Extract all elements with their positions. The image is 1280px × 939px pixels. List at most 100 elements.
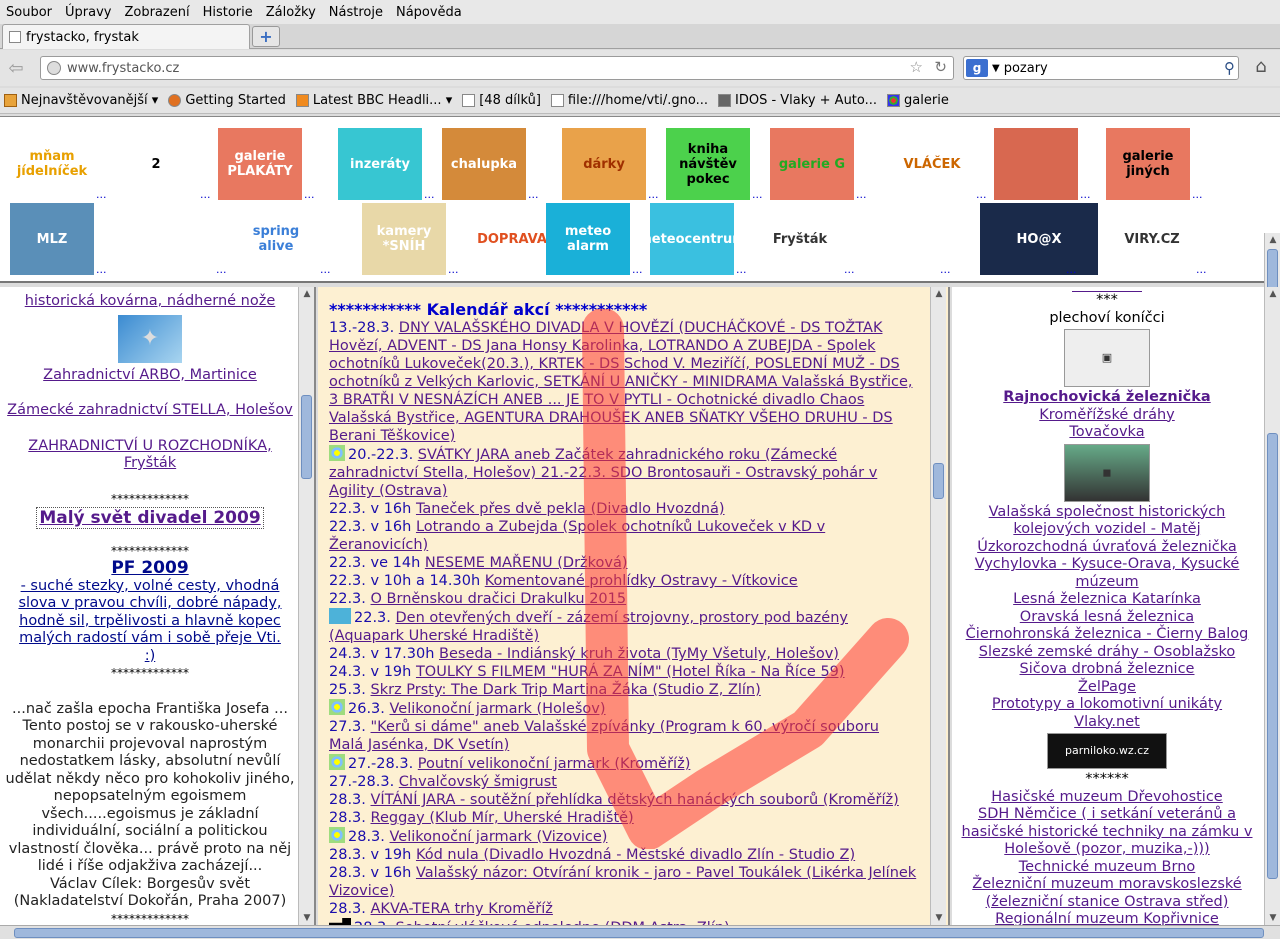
thumb-link[interactable]: meteocentrum — [650, 203, 734, 275]
url-bar[interactable]: www.frystacko.cz ☆ ↻ — [40, 56, 954, 80]
railway-link[interactable]: Čiernohronská železnica - Čierny Balog — [966, 626, 1249, 642]
dots-link[interactable]: ... — [1066, 263, 1077, 276]
thumb-link[interactable]: VLÁČEK — [890, 128, 974, 200]
thumb-link[interactable]: inzeráty — [338, 128, 422, 200]
link-stella[interactable]: Zámecké zahradnictví STELLA, Holešov — [7, 402, 293, 418]
menu-item-2[interactable]: Zobrazení — [124, 5, 189, 20]
scroll-up-icon[interactable]: ▲ — [299, 287, 314, 301]
dots-link[interactable]: ... — [1196, 263, 1207, 276]
dots-link[interactable]: ... — [304, 188, 315, 201]
dots-link[interactable]: ... — [940, 263, 951, 276]
bookmark-item[interactable]: file:///home/vti/.gno... — [550, 93, 708, 108]
steam-loco-image[interactable]: ◼ — [1064, 443, 1150, 502]
event-link[interactable]: Komentované prohlídky Ostravy - Vítkovic… — [485, 573, 798, 589]
pf-title[interactable]: PF 2009 — [4, 559, 296, 578]
event-link[interactable]: Beseda - Indiánský kruh života (TyMy Vše… — [439, 646, 839, 662]
event-link[interactable]: DNY VALAŠSKÉHO DIVADLA V HOVĚZÍ (DUCHÁČK… — [329, 320, 913, 444]
event-link[interactable]: NESEME MAŘENU (Držková) — [425, 555, 628, 571]
menu-item-6[interactable]: Nápověda — [396, 5, 462, 20]
dots-link[interactable]: ... — [976, 188, 987, 201]
thumb-link[interactable]: kniha návštěv pokec — [666, 128, 750, 200]
dots-link[interactable]: ... — [856, 188, 867, 201]
dots-link[interactable]: ... — [736, 263, 747, 276]
railway-link[interactable]: ŽelPage — [1078, 679, 1136, 695]
event-link[interactable]: Taneček přes dvě pekla (Divadlo Hvozdná) — [416, 501, 725, 517]
thumb-link[interactable]: DOPRAVA — [470, 203, 554, 275]
chevron-down-icon[interactable]: ▼ — [992, 63, 1000, 74]
dots-link[interactable]: ... — [632, 263, 643, 276]
event-link[interactable]: VÍTÁNÍ JARA - soutěžní přehlídka dětskýc… — [371, 792, 899, 808]
museum-link[interactable]: Hasičské muzeum Dřevohostice — [991, 789, 1222, 805]
railway-link[interactable]: Úzkorozchodná úvraťová železnička Vychyl… — [975, 539, 1240, 590]
menu-item-4[interactable]: Záložky — [266, 5, 316, 20]
event-link[interactable]: Velikonoční jarmark (Vizovice) — [390, 829, 608, 845]
bookmark-item[interactable]: Nejnavštěvovanější ▾ — [4, 93, 158, 108]
railway-link[interactable]: Slezské zemské dráhy - Osoblažsko — [979, 644, 1236, 660]
loco-logo-image[interactable]: ▣ — [1064, 329, 1150, 387]
knives-image[interactable]: ✦ — [118, 314, 182, 363]
scrollbar-thumb[interactable] — [301, 395, 312, 479]
dots-link[interactable]: ... — [320, 263, 331, 276]
scroll-up-icon[interactable]: ▲ — [931, 287, 947, 301]
menu-item-0[interactable]: Soubor — [6, 5, 52, 20]
thumb-link[interactable]: galerie PLAKÁTY — [218, 128, 302, 200]
dots-link[interactable]: ... — [424, 188, 435, 201]
thumb-link[interactable]: galerie G — [770, 128, 854, 200]
dots-link[interactable]: ... — [448, 263, 459, 276]
bookmark-item[interactable]: Getting Started — [168, 93, 286, 108]
bookmark-item[interactable]: galerie — [887, 93, 949, 108]
link-maly-svet[interactable]: Malý svět divadel 2009 — [36, 507, 264, 529]
railway-link[interactable]: Sičova drobná železnice — [1020, 661, 1195, 677]
thumb-link[interactable]: HO@X — [980, 203, 1098, 275]
bookmark-star-icon[interactable]: ☆ — [910, 58, 923, 76]
thumb-link[interactable]: 2 — [114, 128, 198, 200]
railway-link[interactable]: Valašská společnost historických kolejov… — [989, 504, 1226, 538]
bookmark-item[interactable]: Latest BBC Headli... ▾ — [295, 93, 452, 108]
event-link[interactable]: Velikonoční jarmark (Holešov) — [390, 701, 606, 717]
dots-link[interactable]: ... — [1080, 188, 1091, 201]
thumb-link[interactable]: chalupka — [442, 128, 526, 200]
pf-smile[interactable]: :) — [4, 648, 296, 666]
scroll-down-icon[interactable]: ▼ — [1265, 911, 1280, 925]
museum-link[interactable]: Technické muzeum Brno — [1019, 859, 1196, 875]
event-link[interactable]: Reggay (Klub Mír, Uherské Hradiště) — [371, 810, 634, 826]
link-kovarna[interactable]: historická kovárna, nádherné nože — [25, 293, 276, 309]
thumb-link[interactable]: MLZ — [10, 203, 94, 275]
railway-link[interactable]: Rajnochovická železnička — [1003, 389, 1210, 405]
event-link[interactable]: Chvalčovský šmigrust — [399, 774, 557, 790]
bookmark-item[interactable]: IDOS - Vlaky + Auto... — [718, 93, 877, 108]
link-arbo[interactable]: Zahradnictví ARBO, Martinice — [43, 367, 257, 383]
thumb-link[interactable]: Fryšták — [758, 203, 842, 275]
reload-icon[interactable]: ↻ — [934, 58, 947, 76]
scroll-up-icon[interactable]: ▲ — [1265, 287, 1280, 301]
pf-text[interactable]: - suché stezky, volné cesty, vhodná slov… — [4, 578, 296, 648]
railway-link[interactable]: Prototypy a lokomotivní unikáty — [992, 696, 1222, 712]
scroll-down-icon[interactable]: ▼ — [299, 911, 314, 925]
event-link[interactable]: TOULKY S FILMEM "HURÁ ZA NÍM" (Hotel Řík… — [416, 664, 845, 680]
thumb-link[interactable]: galerie jiných — [1106, 128, 1190, 200]
museum-link[interactable]: Železniční muzeum moravskoslezské (želez… — [972, 876, 1241, 910]
dots-link[interactable]: ... — [648, 188, 659, 201]
left-frame-scrollbar[interactable]: ▲ ▼ — [298, 287, 314, 925]
parniloko-badge[interactable]: parniloko.wz.cz — [1047, 733, 1167, 769]
middle-frame-scrollbar[interactable]: ▲ ▼ — [930, 287, 946, 925]
railway-link[interactable]: Kroměřížské dráhy — [1039, 407, 1174, 423]
scrollbar-thumb[interactable] — [1267, 433, 1278, 879]
back-button[interactable]: ⇦ — [0, 53, 32, 83]
thumb-link[interactable]: kamery *SNÍH — [362, 203, 446, 275]
new-tab-button[interactable]: + — [252, 26, 280, 47]
menu-item-3[interactable]: Historie — [203, 5, 253, 20]
scrollbar-thumb[interactable] — [14, 928, 1264, 938]
dots-link[interactable]: ... — [216, 263, 227, 276]
thumb-link[interactable]: dárky — [562, 128, 646, 200]
menu-item-5[interactable]: Nástroje — [329, 5, 383, 20]
event-link[interactable]: AKVA-TERA trhy Kroměříž — [371, 901, 553, 917]
event-link[interactable]: Kód nula (Divadlo Hvozdná - Městské diva… — [416, 847, 855, 863]
dots-link[interactable]: ... — [752, 188, 763, 201]
dots-link[interactable]: ... — [844, 263, 855, 276]
thumb-link[interactable] — [130, 203, 214, 275]
menu-item-1[interactable]: Úpravy — [65, 5, 111, 20]
event-link[interactable]: Skrz Prsty: The Dark Trip Martina Žáka (… — [371, 682, 761, 698]
event-link[interactable]: Valašský názor: Otvírání kronik - jaro -… — [329, 865, 916, 899]
link-rozchodnik[interactable]: ZAHRADNICTVÍ U ROZCHODNÍKA, Fryšták — [28, 438, 271, 472]
